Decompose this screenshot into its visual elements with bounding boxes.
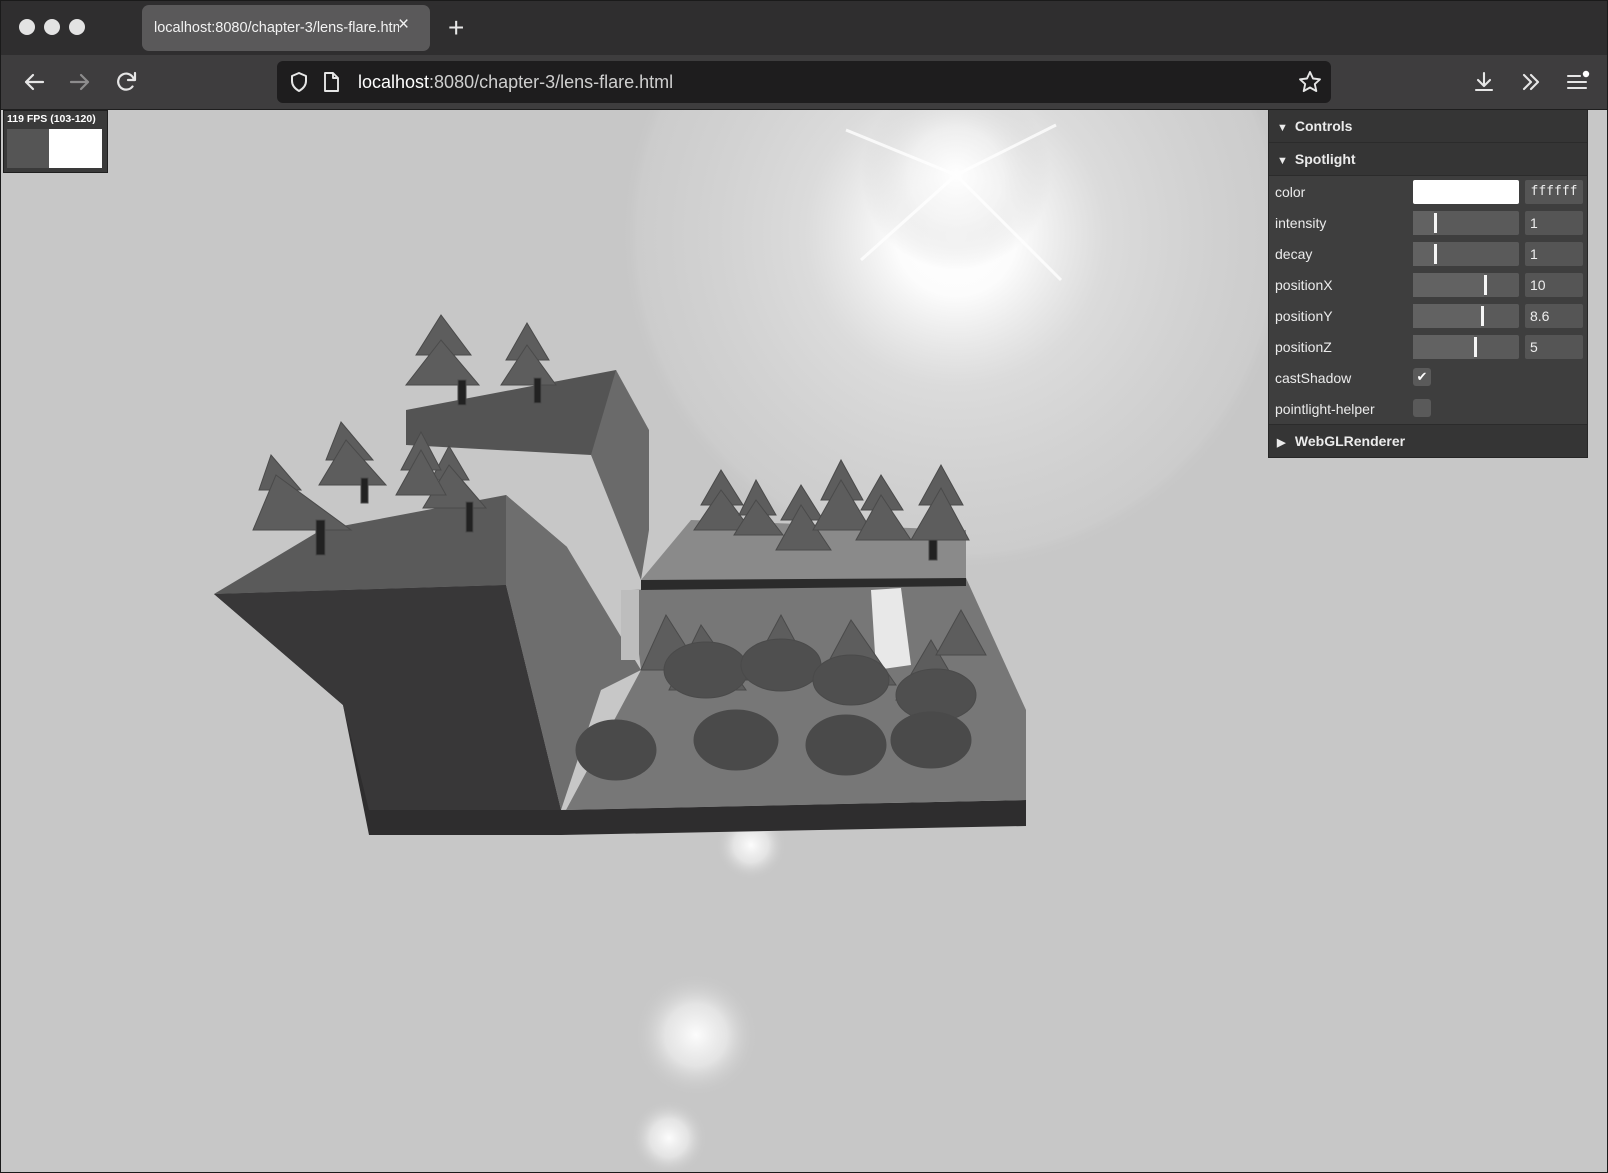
positionz-label: positionZ (1275, 339, 1332, 355)
downloads-icon[interactable] (1469, 67, 1499, 97)
chevron-down-icon: ▼ (1277, 155, 1288, 167)
tab-close-icon[interactable]: × (398, 14, 409, 36)
forward-icon[interactable] (65, 67, 95, 97)
webgl-viewport[interactable]: 119 FPS (103-120) ▼ Controls ▼ Spotlight… (1, 110, 1607, 1172)
castshadow-label: castShadow (1275, 370, 1352, 386)
maximize-window-button[interactable] (69, 19, 85, 35)
controls-title-label: Controls (1294, 118, 1353, 134)
spotlight-folder-label: Spotlight (1294, 151, 1356, 167)
intensity-input[interactable]: 1 (1525, 211, 1583, 235)
pointlight-helper-label: pointlight-helper (1275, 401, 1375, 417)
shield-icon[interactable] (287, 70, 311, 99)
decay-label: decay (1275, 246, 1313, 262)
url-host: localhost (358, 72, 430, 92)
decay-input[interactable]: 1 (1525, 242, 1583, 266)
positionz-slider[interactable] (1413, 335, 1519, 359)
positiony-label: positionY (1275, 308, 1333, 324)
positiony-input[interactable]: 8.6 (1525, 304, 1583, 328)
navigation-toolbar: localhost:8080/chapter-3/lens-flare.html (1, 55, 1607, 110)
back-icon[interactable] (19, 67, 49, 97)
chevron-down-icon: ▼ (1277, 122, 1288, 134)
minimize-window-button[interactable] (44, 19, 60, 35)
intensity-slider-knob[interactable] (1434, 213, 1437, 233)
positionx-label: positionX (1275, 277, 1333, 293)
intensity-label: intensity (1275, 215, 1327, 231)
overflow-menu-icon[interactable] (1516, 67, 1546, 97)
pointlight-helper-row: pointlight-helper (1269, 393, 1587, 424)
page-icon[interactable] (320, 70, 342, 99)
decay-slider-knob[interactable] (1434, 244, 1437, 264)
fps-label: 119 FPS (103-120) (7, 113, 96, 125)
browser-window: localhost:8080/chapter-3/lens-flare.html… (0, 0, 1608, 1173)
positiony-slider[interactable] (1413, 304, 1519, 328)
close-window-button[interactable] (19, 19, 35, 35)
flare-ghost-2 (634, 973, 758, 1097)
fps-graph-bar (49, 129, 102, 168)
controls-panel: ▼ Controls ▼ Spotlight color ffffff inte… (1268, 110, 1588, 458)
fps-stats-panel[interactable]: 119 FPS (103-120) (3, 110, 108, 173)
color-swatch[interactable] (1413, 180, 1519, 204)
positionz-input[interactable]: 5 (1525, 335, 1583, 359)
chevron-right-icon: ▶ (1277, 437, 1286, 449)
spotlight-folder-title[interactable]: ▼ Spotlight (1269, 143, 1587, 176)
positiony-slider-knob[interactable] (1481, 306, 1484, 326)
webglrenderer-folder-label: WebGLRenderer (1294, 433, 1406, 449)
controls-title[interactable]: ▼ Controls (1269, 110, 1587, 143)
decay-row: decay 1 (1269, 238, 1587, 269)
positionx-slider-knob[interactable] (1484, 275, 1487, 295)
positionz-slider-knob[interactable] (1474, 337, 1477, 357)
pointlight-helper-checkbox[interactable] (1413, 399, 1431, 417)
positionz-row: positionZ 5 (1269, 331, 1587, 362)
castshadow-checkbox[interactable]: ✔ (1413, 368, 1431, 386)
hamburger-menu-icon[interactable] (1562, 67, 1592, 97)
address-bar[interactable]: localhost:8080/chapter-3/lens-flare.html (277, 61, 1331, 103)
positionx-row: positionX 10 (1269, 269, 1587, 300)
color-label: color (1275, 184, 1306, 200)
tab-title: localhost:8080/chapter-3/lens-flare.html (154, 20, 399, 36)
positionx-input[interactable]: 10 (1525, 273, 1583, 297)
browser-tab[interactable]: localhost:8080/chapter-3/lens-flare.html… (142, 5, 430, 51)
decay-slider[interactable] (1413, 242, 1519, 266)
webglrenderer-folder-title[interactable]: ▶ WebGLRenderer (1269, 424, 1587, 457)
fps-graph (7, 129, 102, 168)
color-hex-input[interactable]: ffffff (1525, 180, 1583, 204)
flare-ghost-3 (631, 1100, 707, 1172)
color-row: color ffffff (1269, 176, 1587, 207)
tab-bar: localhost:8080/chapter-3/lens-flare.html… (1, 1, 1607, 55)
intensity-slider[interactable] (1413, 211, 1519, 235)
url-text[interactable]: localhost:8080/chapter-3/lens-flare.html (358, 72, 673, 93)
positionx-slider[interactable] (1413, 273, 1519, 297)
intensity-row: intensity 1 (1269, 207, 1587, 238)
reload-icon[interactable] (112, 67, 142, 97)
url-path: :8080/chapter-3/lens-flare.html (429, 72, 674, 92)
new-tab-button[interactable]: + (448, 12, 464, 44)
bookmark-star-icon[interactable] (1297, 69, 1323, 100)
castshadow-row: castShadow ✔ (1269, 362, 1587, 393)
positiony-row: positionY 8.6 (1269, 300, 1587, 331)
